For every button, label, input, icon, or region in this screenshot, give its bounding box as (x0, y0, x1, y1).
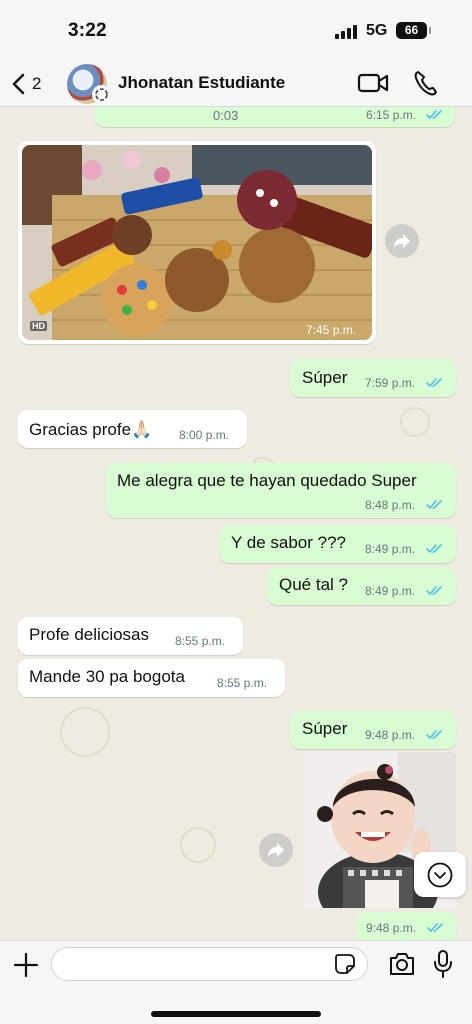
message-time: 7:45 p.m. (306, 323, 357, 337)
message-time: 9:48 p.m. (365, 728, 416, 742)
message-time: 8:48 p.m. (365, 498, 416, 512)
message-text: Qué tal ? (279, 575, 348, 594)
wallpaper-doodle (400, 407, 430, 437)
message-time: 9:48 p.m. (366, 921, 417, 935)
message-text: Gracias profe🙏🏻 (29, 420, 153, 439)
sticker-icon[interactable] (334, 953, 356, 975)
cookies-photo[interactable]: HD 7:45 p.m. (22, 145, 372, 340)
photo-message[interactable]: HD 7:45 p.m. (18, 141, 376, 344)
outgoing-message[interactable]: Y de sabor ??? 8:49 p.m. (219, 525, 456, 563)
double-check-icon (426, 586, 442, 596)
outgoing-message[interactable]: Me alegra que te hayan quedado Super 8:4… (106, 463, 456, 518)
audio-duration: 0:03 (213, 108, 239, 123)
forward-button[interactable] (385, 224, 419, 258)
message-time: 8:49 p.m. (365, 542, 416, 556)
double-check-icon (426, 730, 442, 740)
signal-icon (335, 25, 359, 39)
contact-name[interactable]: Jhonatan Estudiante (118, 73, 285, 93)
message-time: 8:49 p.m. (365, 584, 416, 598)
outgoing-message[interactable]: Súper 9:48 p.m. (290, 711, 456, 749)
message-time: 7:59 p.m. (365, 376, 416, 390)
double-check-icon (426, 500, 442, 510)
double-check-icon (427, 923, 443, 933)
audio-message[interactable]: 0:03 6:15 p.m. (95, 107, 455, 127)
outgoing-message[interactable]: 9:48 p.m. (356, 912, 456, 940)
chat-area[interactable]: 0:03 6:15 p.m. HD 7:45 p.m. Súper 7:59 p… (0, 107, 472, 940)
forward-button[interactable] (259, 833, 293, 867)
unread-count: 2 (32, 74, 42, 93)
cookies-image (22, 145, 372, 340)
hd-badge: HD (30, 321, 47, 331)
message-time: 8:00 p.m. (179, 428, 230, 442)
double-check-icon (426, 544, 442, 554)
double-check-icon (426, 378, 442, 388)
video-call-icon[interactable] (357, 71, 389, 95)
outgoing-message[interactable]: Qué tal ? 8:49 p.m. (267, 567, 456, 605)
status-time: 3:22 (68, 20, 107, 41)
camera-icon[interactable] (388, 951, 416, 977)
incoming-message[interactable]: Profe deliciosas 8:55 p.m. (18, 617, 243, 655)
incoming-message[interactable]: Mande 30 pa bogota 8:55 p.m. (18, 659, 285, 697)
message-text: Y de sabor ??? (231, 533, 346, 552)
wallpaper-doodle (60, 707, 110, 757)
outgoing-message[interactable]: Súper 7:59 p.m. (290, 359, 456, 397)
input-bar (0, 940, 472, 1024)
status-bar: 3:22 5G 66 (0, 0, 472, 60)
double-check-icon (426, 110, 442, 120)
message-time: 8:55 p.m. (217, 676, 268, 690)
incoming-message[interactable]: Gracias profe🙏🏻 8:00 p.m. (18, 410, 247, 448)
chevron-left-icon (12, 73, 25, 95)
battery-icon: 66 (396, 22, 431, 39)
forward-icon (394, 234, 410, 248)
message-text: Me alegra que te hayan quedado Super (117, 471, 417, 490)
status-ring-icon (92, 85, 111, 104)
message-text: Súper (302, 368, 348, 387)
message-text: Mande 30 pa bogota (29, 667, 185, 686)
home-indicator (151, 1011, 321, 1017)
phone-icon[interactable] (412, 69, 438, 97)
forward-icon (268, 843, 284, 857)
message-time: 8:55 p.m. (175, 634, 226, 648)
message-time: 6:15 p.m. (366, 108, 417, 122)
chevron-down-icon (427, 862, 453, 887)
back-button[interactable]: 2 (10, 69, 41, 99)
message-input[interactable] (51, 947, 368, 981)
network-label: 5G (366, 22, 388, 39)
message-text: Profe deliciosas (29, 625, 150, 644)
plus-icon[interactable] (12, 951, 40, 979)
message-text: Súper (302, 719, 348, 738)
chat-header: 2 Jhonatan Estudiante (0, 60, 472, 107)
wallpaper-doodle (180, 827, 216, 863)
mic-icon[interactable] (433, 949, 453, 979)
scroll-to-bottom-button[interactable] (414, 852, 466, 897)
